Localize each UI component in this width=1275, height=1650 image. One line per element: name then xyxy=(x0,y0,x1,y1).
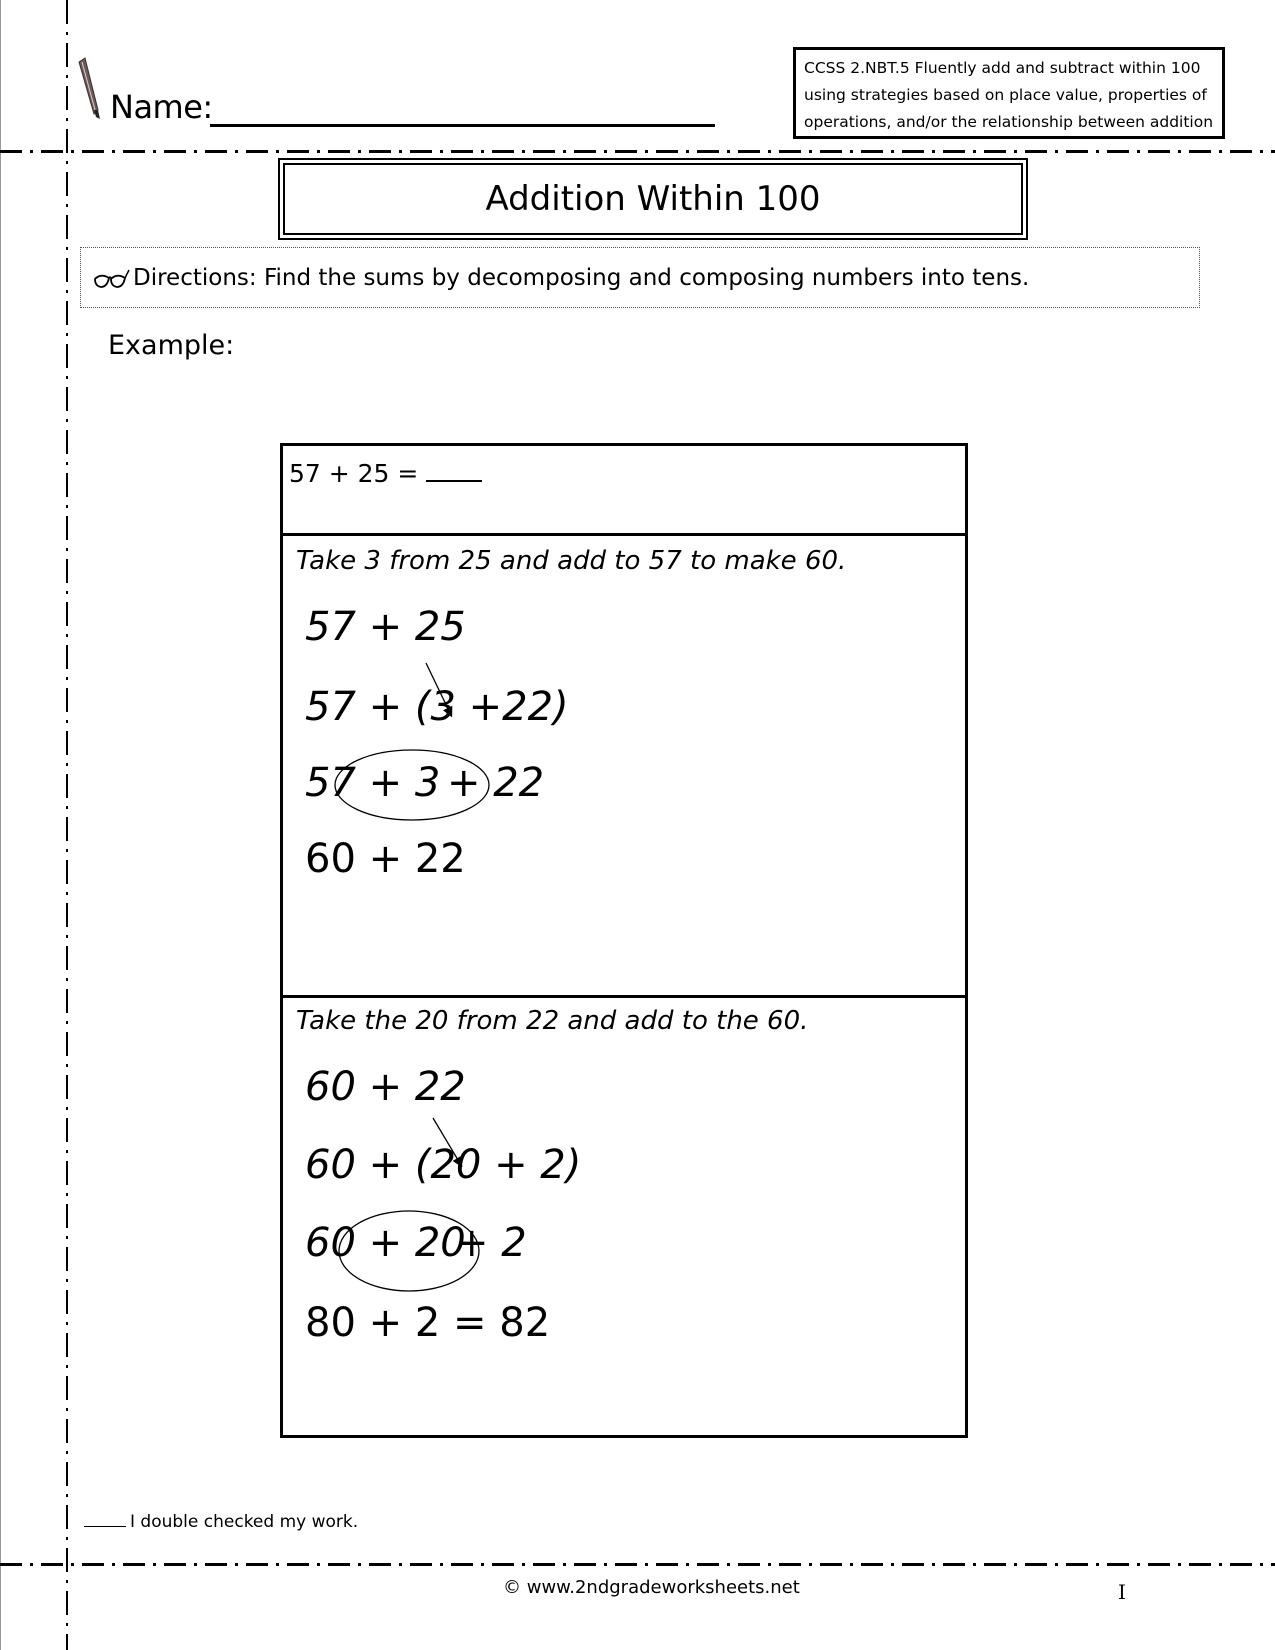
decompose-arrow xyxy=(334,662,490,821)
step-section-2: Take the 20 from 22 and add to the 60. 6… xyxy=(283,998,965,1435)
page-title: Addition Within 100 xyxy=(283,163,1023,235)
double-check: I double checked my work. xyxy=(84,1512,358,1532)
example-label: Example: xyxy=(108,330,235,361)
page-edge xyxy=(0,0,1,1650)
answer-blank[interactable] xyxy=(426,458,483,482)
margin-guide-vertical xyxy=(66,0,68,1650)
name-input-line[interactable] xyxy=(210,124,715,127)
check-blank[interactable] xyxy=(84,1526,126,1527)
directions-text: Directions: Find the sums by decomposing… xyxy=(133,264,1030,291)
copyright: © www.2ndgradeworksheets.net xyxy=(503,1577,800,1598)
checked-text: I double checked my work. xyxy=(130,1512,359,1532)
circle-mark xyxy=(334,749,490,821)
circle-mark xyxy=(338,1210,480,1292)
pencil-icon xyxy=(78,57,100,119)
text-cursor-icon: I xyxy=(1118,1580,1126,1604)
title-box: Addition Within 100 xyxy=(278,158,1028,240)
problem-text: 57 + 25 = xyxy=(289,459,419,488)
standard-box: CCSS 2.NBT.5 Fluently add and subtract w… xyxy=(793,47,1225,139)
directions-box: Directions: Find the sums by decomposing… xyxy=(80,247,1200,308)
guide-line-top xyxy=(0,150,1275,153)
problem: 57 + 25 = xyxy=(289,458,483,488)
name-label: Name: xyxy=(110,88,213,126)
decompose-arrow xyxy=(338,1117,480,1292)
step-section-1: Take 3 from 25 and add to 57 to make 60.… xyxy=(283,536,965,998)
glasses-icon xyxy=(94,269,130,288)
example-box: 57 + 25 = Take 3 from 25 and add to 57 t… xyxy=(280,443,968,1438)
guide-line-bottom xyxy=(0,1563,1275,1566)
problem-row: 57 + 25 = xyxy=(283,446,965,536)
